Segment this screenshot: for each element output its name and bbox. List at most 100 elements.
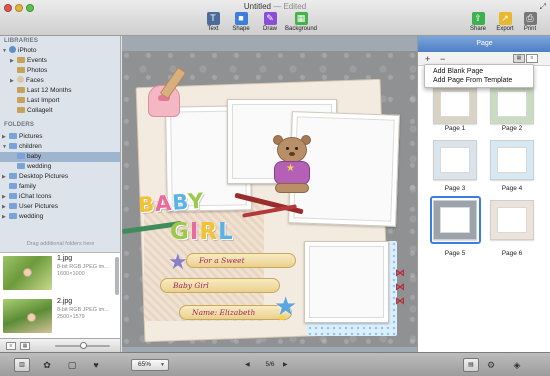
list-view-icon[interactable]: ≡: [526, 54, 538, 63]
printer-icon: ⎙: [523, 12, 537, 25]
flower-icon[interactable]: ✿: [41, 359, 53, 371]
title-bar: Untitled — Edited ⤢ T Text ■ Shape ✎ Dra…: [0, 0, 550, 36]
document-name: Untitled: [243, 2, 271, 11]
print-button[interactable]: ⎙ Print: [513, 12, 547, 32]
page-thumbnail[interactable]: [490, 200, 534, 240]
photo-thumbnail[interactable]: [3, 256, 52, 290]
grid-icon: [17, 107, 25, 113]
sidebar-item-last-import[interactable]: Last Import: [17, 96, 60, 106]
page-preview: [497, 147, 527, 173]
sidebar-item-baby[interactable]: baby: [0, 152, 120, 162]
text-tool-label: Text: [207, 26, 219, 32]
disclosure-closed-icon[interactable]: ▶: [2, 212, 9, 222]
scrapbook-page[interactable]: ★ BABY GIRL ★ For a Sweet Baby Girl Name…: [122, 51, 417, 347]
shape-icon: ■: [234, 12, 248, 25]
star-icon: ★: [286, 163, 295, 174]
export-icon: ↗: [498, 12, 512, 25]
slider-knob[interactable]: [80, 342, 87, 349]
girl-title-text[interactable]: GIRL: [170, 219, 234, 245]
background-tool-button[interactable]: ▦ Background: [279, 12, 323, 32]
photo-filename: 2.jpg: [57, 298, 73, 305]
grid-icon: [17, 97, 25, 103]
text-banner[interactable]: Baby Girl: [160, 278, 280, 293]
photo-slot[interactable]: [304, 241, 389, 323]
add-page-menu: Add Blank Page Add Page From Template: [424, 64, 534, 88]
bow-icon[interactable]: ⋈: [395, 297, 405, 307]
pages-panel-icon[interactable]: ▤: [463, 358, 479, 372]
title-letter: R: [199, 219, 219, 245]
sidebar-item-label: Last 12 Months: [27, 87, 72, 94]
page-thumbnail[interactable]: [433, 84, 477, 124]
next-page-button[interactable]: ▶: [283, 359, 288, 371]
disclosure-closed-icon[interactable]: ▶: [2, 132, 9, 142]
grid-icon: [17, 57, 25, 63]
background-icon: ▦: [294, 12, 308, 25]
baby-title-text[interactable]: BABY: [137, 189, 205, 218]
app-window: Untitled — Edited ⤢ T Text ■ Shape ✎ Dra…: [0, 0, 550, 376]
bow-icon[interactable]: ⋈: [395, 269, 405, 279]
layers-icon[interactable]: ◈: [511, 359, 523, 371]
sidebar-item-children[interactable]: ▼ children: [2, 142, 42, 152]
title-letter: G: [170, 219, 190, 245]
list-view-icon[interactable]: ≡: [6, 342, 16, 350]
export-label: Export: [496, 26, 514, 32]
photo-list-scrollbar[interactable]: [115, 257, 119, 295]
page-thumbnail[interactable]: [490, 140, 534, 180]
menu-item-add-page-from-template[interactable]: Add Page From Template: [433, 76, 512, 86]
photo-list-item[interactable]: 1.jpg 8-bit RGB JPEG im... 1600×1000: [0, 253, 115, 293]
page-preview: [440, 91, 470, 117]
folder-icon: [9, 203, 17, 209]
baby-figure: [27, 313, 36, 322]
teddy-bear-sticker[interactable]: ★: [267, 135, 317, 197]
grid-view-icon[interactable]: ▦: [20, 342, 30, 350]
photo-list-item[interactable]: 2.jpg 8-bit RGB JPEG im... 2500×1579: [0, 296, 115, 336]
sidebar-toggle-icon[interactable]: ▥: [14, 358, 30, 372]
sidebar-item-desktop-pictures[interactable]: ▶ Desktop Pictures: [2, 172, 68, 182]
star-icon: ★: [277, 312, 287, 324]
disclosure-closed-icon[interactable]: ▶: [10, 76, 17, 86]
page-thumbnail[interactable]: [433, 140, 477, 180]
gear-icon[interactable]: ⚙: [485, 359, 497, 371]
disclosure-closed-icon[interactable]: ▶: [2, 202, 9, 212]
bow-icon[interactable]: ⋈: [395, 283, 405, 293]
sidebar-item-ichat-icons[interactable]: ▶ iChat Icons: [2, 192, 52, 202]
photo-thumbnail[interactable]: [3, 299, 52, 333]
sidebar-item-label: Desktop Pictures: [19, 173, 69, 180]
sidebar-item-wedding-child[interactable]: wedding: [17, 162, 51, 172]
grid-view-icon[interactable]: ▦: [513, 54, 525, 63]
sidebar-item-collageit[interactable]: CollageIt: [17, 106, 53, 116]
sidebar-item-faces[interactable]: ▶ Faces: [10, 76, 44, 86]
sidebar-item-family[interactable]: family: [9, 182, 36, 192]
disclosure-closed-icon[interactable]: ▶: [2, 172, 9, 182]
text-icon: T: [206, 12, 220, 25]
star-icon[interactable]: ★: [168, 251, 188, 273]
title-letter: A: [154, 190, 174, 217]
sidebar-item-label: Last Import: [27, 97, 60, 104]
heart-icon[interactable]: ♥: [90, 359, 102, 371]
disclosure-open-icon[interactable]: ▼: [2, 142, 9, 152]
fullscreen-icon[interactable]: ⤢: [540, 2, 546, 12]
grid-icon: [17, 67, 25, 73]
sidebar-item-iphoto[interactable]: ▼ iPhoto: [2, 46, 36, 56]
layout-icon[interactable]: ▢: [66, 359, 78, 371]
pen-icon: ✎: [263, 12, 277, 25]
folder-icon: [9, 213, 17, 219]
page-thumbnail[interactable]: [490, 84, 534, 124]
sidebar-item-photos[interactable]: Photos: [17, 66, 47, 76]
disclosure-closed-icon[interactable]: ▶: [10, 56, 17, 66]
zoom-select[interactable]: 65% ▼: [131, 359, 169, 371]
disclosure-closed-icon[interactable]: ▶: [2, 192, 9, 202]
text-banner[interactable]: For a Sweet: [186, 253, 296, 268]
sidebar-item-user-pictures[interactable]: ▶ User Pictures: [2, 202, 58, 212]
sidebar-item-last-12-months[interactable]: Last 12 Months: [17, 86, 71, 96]
sidebar-item-label: Photos: [27, 67, 48, 74]
sidebar-item-label: iChat Icons: [19, 193, 52, 200]
bottom-toolbar: ▥ ✿ ▢ ♥ 65% ▼ ◀ 5/6 ▶ ▤ ⚙ ◈: [0, 352, 550, 376]
page-thumbnail[interactable]: [433, 200, 477, 240]
iphoto-icon: [9, 46, 16, 53]
source-sidebar: LIBRARIES ▼ iPhoto ▶ Events Photos ▶ Faces …: [0, 36, 121, 252]
sidebar-item-pictures[interactable]: ▶ Pictures: [2, 132, 42, 142]
disclosure-open-icon[interactable]: ▼: [2, 46, 9, 56]
sidebar-item-wedding[interactable]: ▶ wedding: [2, 212, 43, 222]
sidebar-item-events[interactable]: ▶ Events: [10, 56, 47, 66]
